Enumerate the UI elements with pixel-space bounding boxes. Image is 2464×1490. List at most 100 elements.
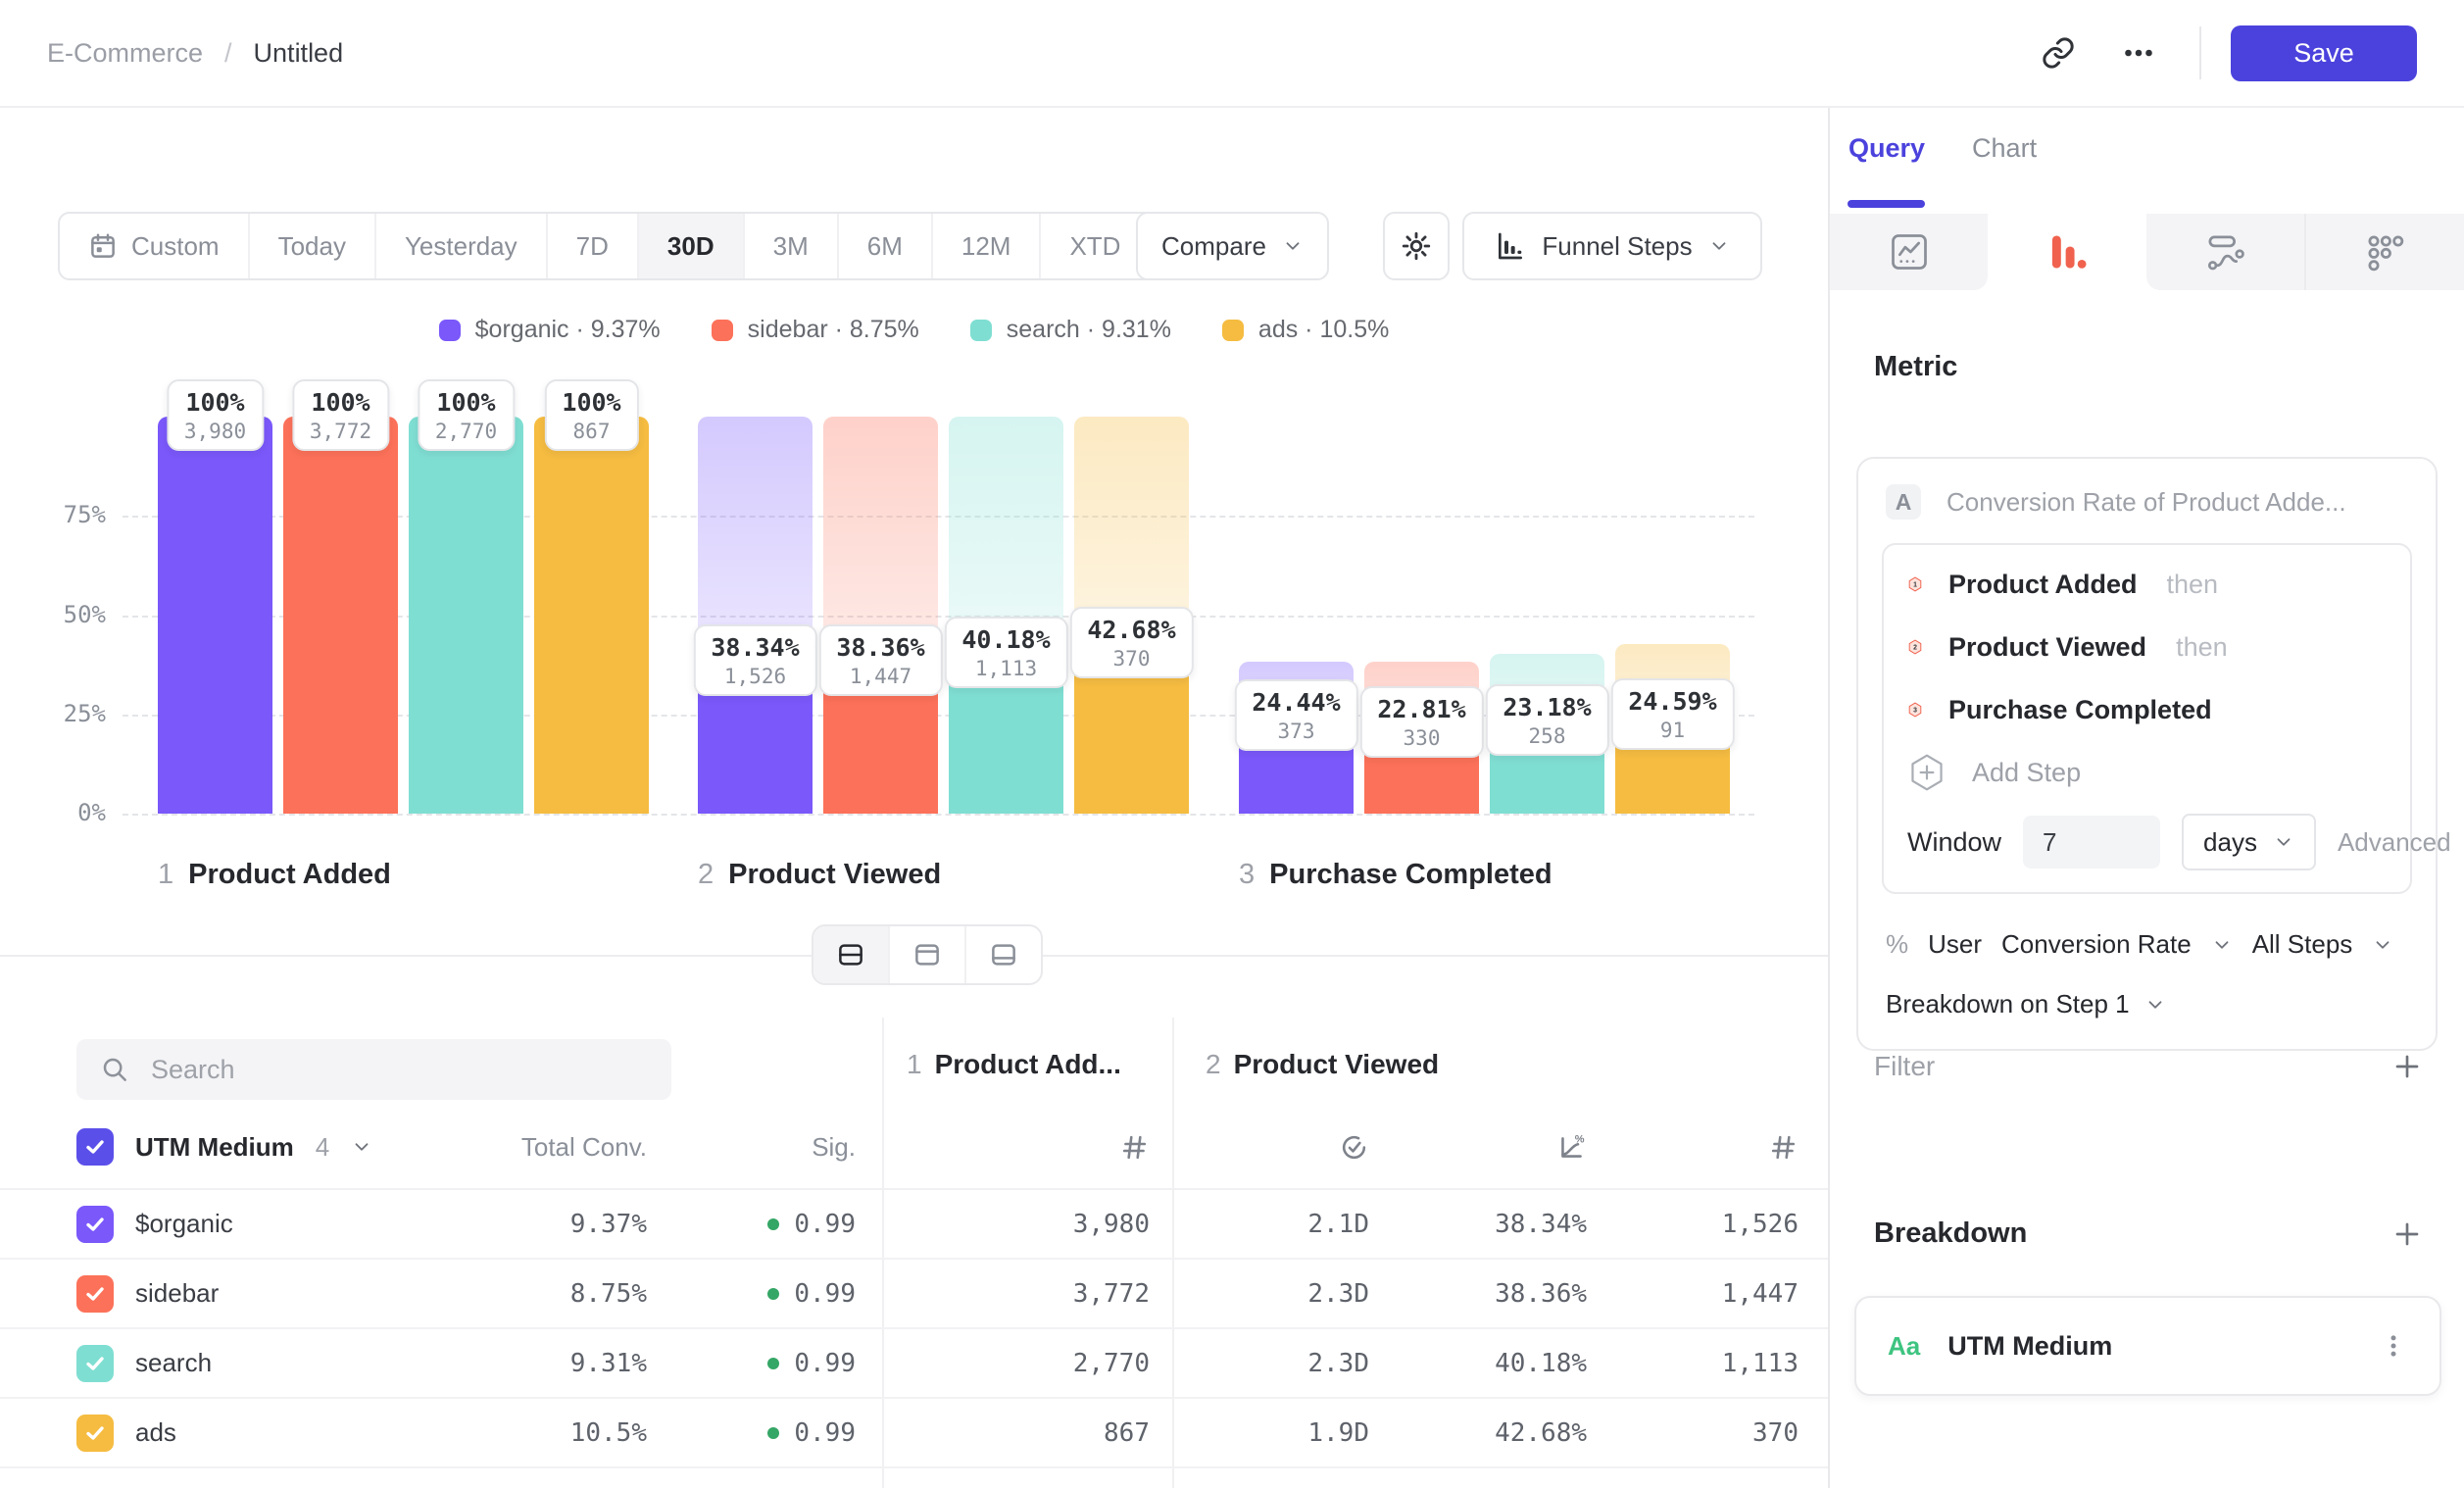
chart-kind-dots[interactable] <box>2304 214 2464 290</box>
bar-pct-label: 100% <box>310 388 371 417</box>
table-search[interactable] <box>76 1039 671 1100</box>
advanced-toggle[interactable]: Advanced <box>2338 827 2464 858</box>
metric-title-row[interactable]: A Conversion Rate of Product Adde... <box>1858 459 2436 520</box>
row-viewed-avg-time: 2.3D <box>1307 1279 1369 1309</box>
funnel-bar-search[interactable] <box>409 417 523 814</box>
bar-value-badge: 24.44%373 <box>1234 679 1357 751</box>
bar-pct-label: 24.59% <box>1628 687 1716 716</box>
legend-item-sidebar[interactable]: sidebar · 8.75% <box>712 316 919 344</box>
chart-settings-button[interactable] <box>1383 212 1450 280</box>
chart-kind-line-chart[interactable] <box>1830 214 1988 290</box>
bar-count-label: 1,447 <box>836 665 924 688</box>
step-hexagon-badge: 3 <box>1907 702 1923 718</box>
metric-step-2[interactable]: 2Product Viewedthen <box>1884 616 2410 678</box>
step-number: 1 <box>907 1049 922 1079</box>
view-switcher <box>812 924 1043 985</box>
breadcrumb-parent[interactable]: E-Commerce <box>47 38 203 69</box>
range-6m[interactable]: 6M <box>839 214 933 278</box>
row-checkbox[interactable] <box>76 1345 114 1382</box>
measure-select[interactable]: Conversion Rate <box>2001 929 2192 960</box>
metric-step-1[interactable]: 1Product Addedthen <box>1884 553 2410 616</box>
row-checkbox[interactable] <box>76 1206 114 1243</box>
total-conv-header[interactable]: Total Conv. <box>521 1132 647 1163</box>
window-unit-select[interactable]: days <box>2182 814 2316 870</box>
range-yesterday[interactable]: Yesterday <box>376 214 548 278</box>
row-step1-count: 3,772 <box>1073 1279 1150 1309</box>
window-unit-label: days <box>2203 827 2257 858</box>
select-all-checkbox[interactable] <box>76 1128 114 1166</box>
row-checkbox[interactable] <box>76 1415 114 1452</box>
metric-step-3[interactable]: 3Purchase Completed <box>1884 678 2410 741</box>
tab-funnel-icon <box>2045 230 2089 273</box>
breadcrumb-current[interactable]: Untitled <box>254 38 344 69</box>
search-input[interactable] <box>149 1054 648 1086</box>
tab-chart[interactable]: Chart <box>1972 133 2037 164</box>
row-name: $organic <box>135 1209 233 1239</box>
funnel-bar-organic[interactable] <box>158 417 272 814</box>
funnel-bar-sidebar[interactable] <box>283 417 398 814</box>
tab-query[interactable]: Query <box>1848 133 1925 164</box>
range-12m[interactable]: 12M <box>933 214 1042 278</box>
breakdown-section: Breakdown <box>1874 1217 2423 1250</box>
count-column-icon[interactable] <box>1768 1132 1799 1163</box>
window-value-input[interactable] <box>2023 816 2160 869</box>
metric-letter-badge: A <box>1886 484 1921 520</box>
legend-item-ads[interactable]: ads · 10.5% <box>1222 316 1389 344</box>
chart-kind-flow[interactable] <box>2146 214 2304 290</box>
topbar-actions: Save <box>2031 25 2417 81</box>
add-filter-icon[interactable] <box>2391 1051 2423 1082</box>
range-today[interactable]: Today <box>250 214 376 278</box>
range-30d[interactable]: 30D <box>639 214 745 278</box>
bar-value-badge: 22.81%330 <box>1359 686 1483 758</box>
conversion-column-icon[interactable]: % <box>1556 1132 1587 1163</box>
row-checkbox[interactable] <box>76 1275 114 1313</box>
measurement-row: % User Conversion Rate All Steps <box>1858 894 2436 960</box>
chart-type-button[interactable]: Funnel Steps <box>1462 212 1762 280</box>
add-breakdown-icon[interactable] <box>2391 1218 2423 1250</box>
legend-item-organic[interactable]: $organic · 9.37% <box>439 316 661 344</box>
range-label: 12M <box>961 231 1011 262</box>
range-7d[interactable]: 7D <box>548 214 639 278</box>
table-header-row: UTM Medium 4 Total Conv. Sig. % <box>0 1106 1828 1190</box>
utm-medium-label[interactable]: UTM Medium <box>135 1132 294 1163</box>
chevron-down-icon[interactable] <box>2211 934 2233 956</box>
view-option-layout-split[interactable] <box>813 926 890 983</box>
row-viewed-avg-time: 2.3D <box>1307 1349 1369 1378</box>
legend-label: sidebar · 8.75% <box>748 316 919 344</box>
view-option-layout-top[interactable] <box>890 926 966 983</box>
breakdown-on-step-select[interactable]: Breakdown on Step 1 <box>1858 960 2436 1019</box>
breakdown-property-card[interactable]: Aa UTM Medium <box>1854 1296 2441 1396</box>
range-label: 3M <box>773 231 809 262</box>
range-label: Yesterday <box>405 231 517 262</box>
row-viewed-count: 370 <box>1752 1418 1799 1448</box>
steps-scope-select[interactable]: All Steps <box>2252 929 2353 960</box>
chart-kind-funnel[interactable] <box>1988 214 2145 290</box>
funnel-bar-ads[interactable] <box>534 417 649 814</box>
count-column-icon[interactable] <box>1119 1132 1150 1163</box>
metric-card: A Conversion Rate of Product Adde... 1Pr… <box>1856 457 2438 1051</box>
filter-section: Filter <box>1874 1051 2423 1082</box>
row-name-cell: ads <box>76 1415 508 1452</box>
compare-button[interactable]: Compare <box>1136 212 1329 280</box>
view-option-layout-bottom[interactable] <box>966 926 1041 983</box>
save-button[interactable]: Save <box>2231 25 2417 81</box>
counting-method[interactable]: User <box>1928 929 1982 960</box>
step-number: 1 <box>158 859 173 890</box>
kebab-menu-icon[interactable] <box>2379 1331 2408 1361</box>
chevron-down-icon[interactable] <box>2372 934 2393 956</box>
bar-value-badge: 38.36%1,447 <box>818 624 942 696</box>
sig-header[interactable]: Sig. <box>812 1132 856 1163</box>
range-3m[interactable]: 3M <box>745 214 839 278</box>
bar-count-label: 370 <box>1087 647 1175 670</box>
range-label: 6M <box>867 231 903 262</box>
range-custom[interactable]: Custom <box>60 214 250 278</box>
more-menu-icon[interactable] <box>2111 25 2166 80</box>
range-label: Today <box>278 231 346 262</box>
add-step-button[interactable]: Add Step <box>1884 741 2410 804</box>
bar-value-badge: 38.34%1,526 <box>693 624 816 696</box>
legend-label: search · 9.31% <box>1007 316 1171 344</box>
share-link-icon[interactable] <box>2031 25 2086 80</box>
legend-item-search[interactable]: search · 9.31% <box>970 316 1171 344</box>
chevron-down-icon[interactable] <box>351 1136 372 1158</box>
avg-time-column-icon[interactable] <box>1339 1132 1369 1163</box>
